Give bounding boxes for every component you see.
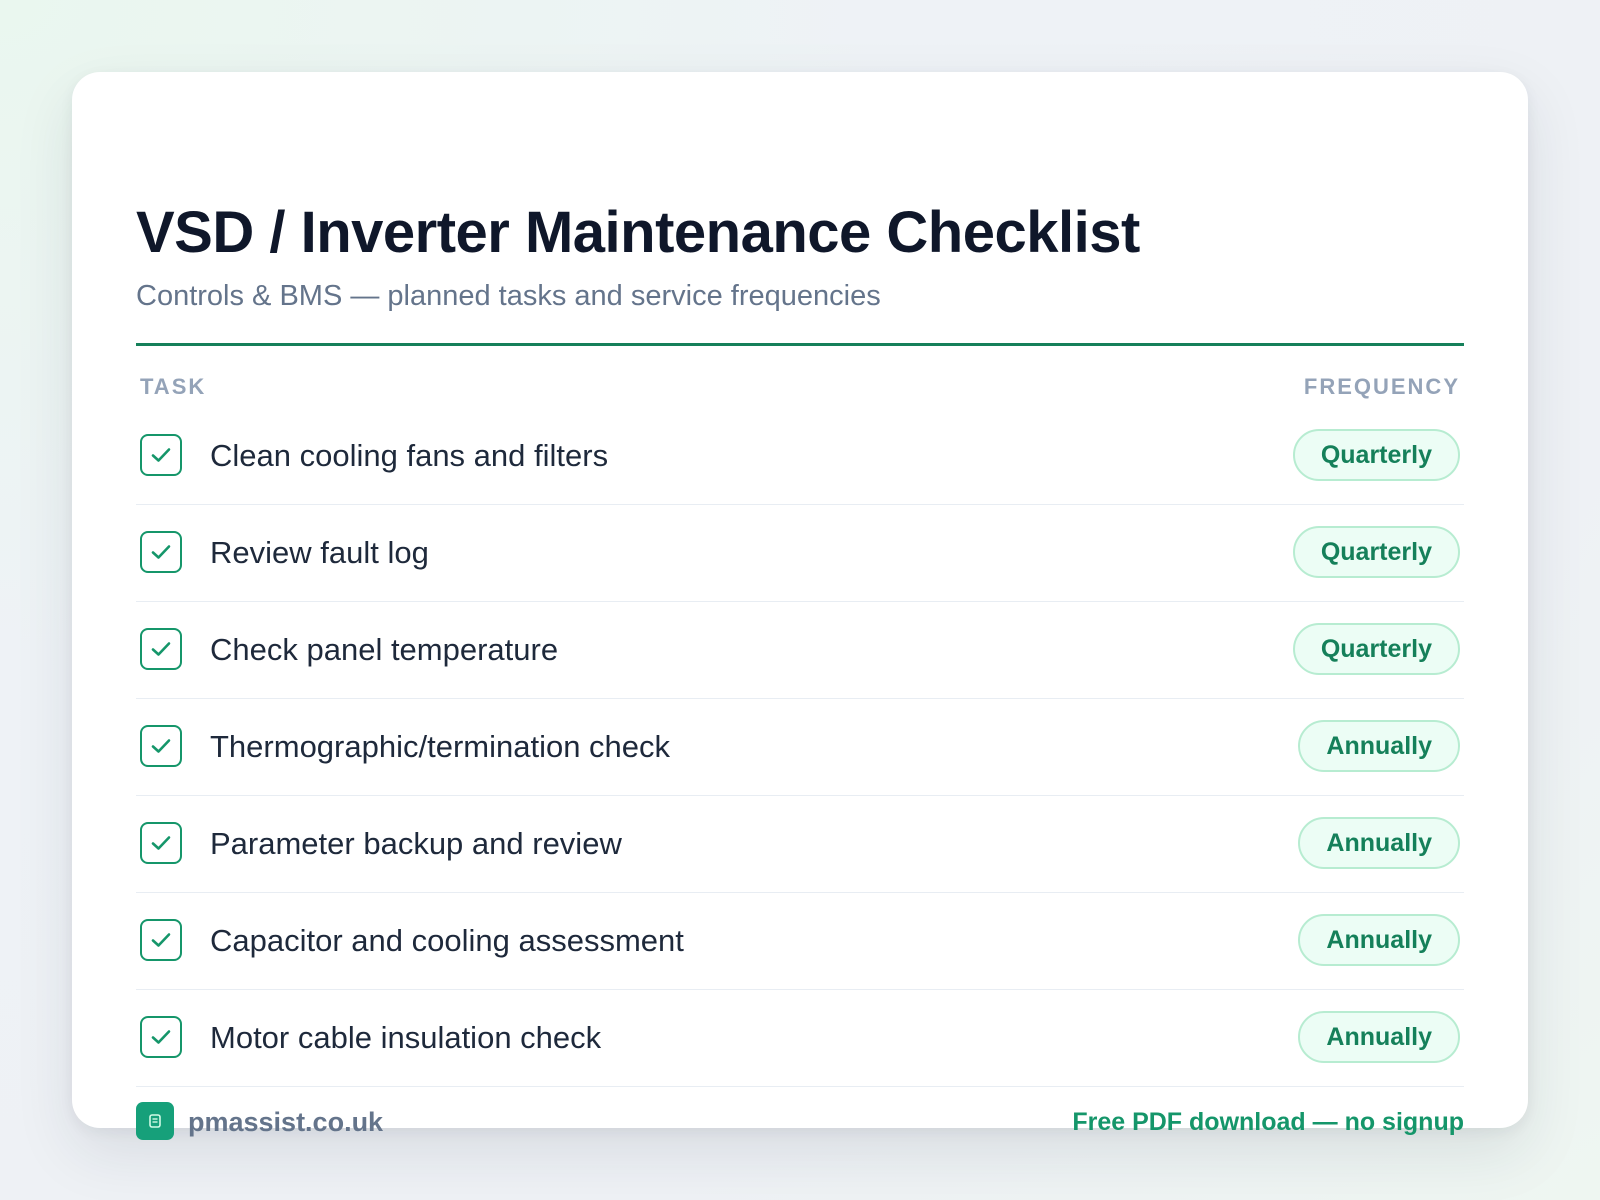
checkmark-icon [151,933,171,947]
task-checkbox[interactable] [140,919,182,961]
free-pdf-download-link[interactable]: Free PDF download — no signup [1072,1105,1464,1139]
task-label: Review fault log [210,535,429,570]
task-checkbox[interactable] [140,725,182,767]
task-row: Clean cooling fans and filters Quarterly [136,408,1464,505]
page-subtitle: Controls & BMS — planned tasks and servi… [136,280,881,312]
task-checkbox[interactable] [140,628,182,670]
checkmark-icon [151,836,171,850]
task-row: Review fault log Quarterly [136,505,1464,602]
frequency-badge: Annually [1298,1011,1460,1063]
page-title: VSD / Inverter Maintenance Checklist [136,200,1140,265]
task-checkbox[interactable] [140,434,182,476]
frequency-badge: Quarterly [1292,623,1460,675]
task-checkbox[interactable] [140,1016,182,1058]
card-footer: pmassist.co.uk Free PDF download — no si… [136,1102,1464,1142]
task-label: Clean cooling fans and filters [210,438,609,473]
task-row: Thermographic/termination check Annually [136,699,1464,796]
checkmark-icon [151,448,171,462]
checklist-card: VSD / Inverter Maintenance Checklist Con… [72,72,1528,1140]
task-row: Motor cable insulation check Annually [136,990,1464,1087]
frequency-badge: Annually [1298,720,1460,772]
task-label: Capacitor and cooling assessment [210,923,684,958]
checkmark-icon [151,739,171,753]
task-row: Parameter backup and review Annually [136,796,1464,893]
task-row: Check panel temperature Quarterly [136,602,1464,699]
task-row: Capacitor and cooling assessment Annuall… [136,893,1464,990]
column-header-frequency: FREQUENCY [1303,374,1460,399]
task-list: Clean cooling fans and filters Quarterly… [136,408,1464,1087]
column-header-task: TASK [140,374,207,399]
frequency-badge: Quarterly [1292,526,1460,578]
frequency-badge: Annually [1298,817,1460,869]
frequency-badge: Annually [1298,914,1460,966]
task-label: Motor cable insulation check [210,1020,602,1055]
checkmark-icon [151,545,171,559]
task-label: Parameter backup and review [210,826,622,861]
site-logo [136,1102,174,1140]
checkmark-icon [151,642,171,656]
task-label: Thermographic/termination check [210,729,671,764]
checkmark-icon [151,1030,171,1044]
task-checkbox[interactable] [140,822,182,864]
site-name: pmassist.co.uk [188,1107,384,1137]
task-checkbox[interactable] [140,531,182,573]
task-label: Check panel temperature [210,632,559,667]
document-icon [149,1114,161,1128]
header-divider [136,343,1464,346]
frequency-badge: Quarterly [1292,429,1460,481]
